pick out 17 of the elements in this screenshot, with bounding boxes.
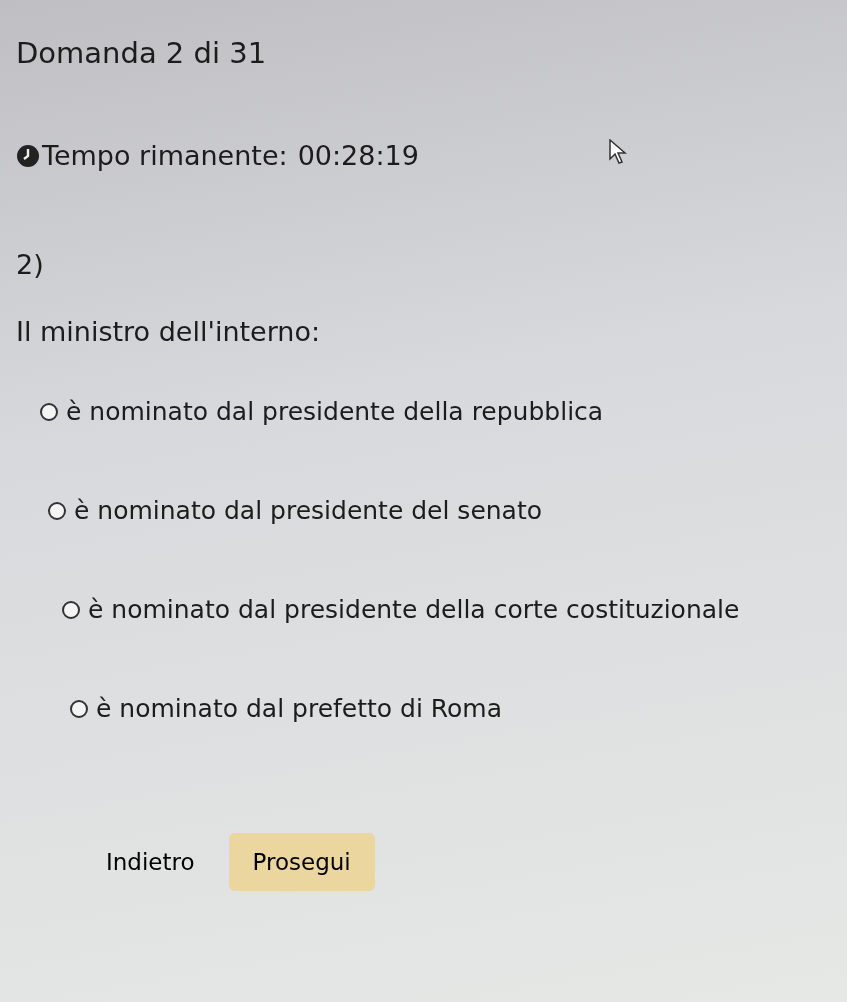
cursor-icon [608, 138, 629, 165]
radio-button[interactable] [48, 501, 66, 520]
radio-button[interactable] [40, 402, 58, 421]
question-number: 2) [16, 249, 45, 280]
option-label: è nominato dal presidente della repubblica [66, 397, 604, 426]
radio-button[interactable] [70, 699, 88, 718]
timer-label: Tempo rimanente: [42, 140, 288, 171]
option-label: è nominato dal presidente della corte costituzionale [88, 595, 740, 624]
timer-value: 00:28:19 [297, 140, 419, 171]
question-text: Il ministro dell'interno: [16, 316, 322, 347]
next-button[interactable]: Prosegui [228, 833, 375, 891]
radio-button[interactable] [62, 600, 80, 619]
clock-icon [16, 143, 40, 168]
option-label: è nominato dal presidente del senato [74, 496, 543, 525]
option-label: è nominato dal prefetto di Roma [96, 694, 503, 723]
question-counter: Domanda 2 di 31 [16, 36, 268, 70]
back-button[interactable]: Indietro [102, 839, 199, 885]
